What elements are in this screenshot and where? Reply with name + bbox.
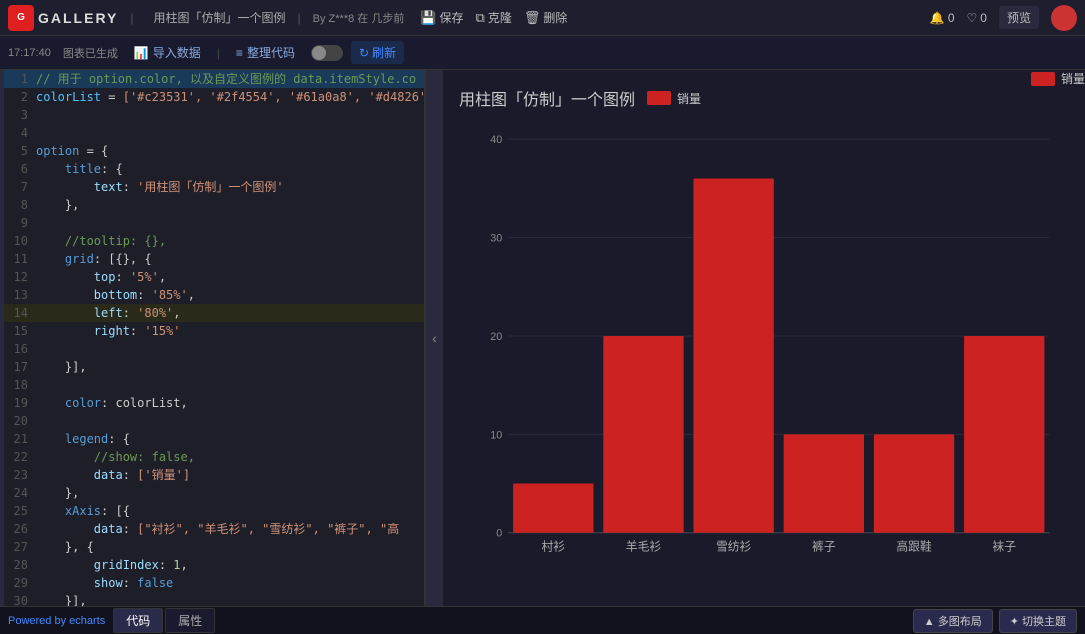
code-line: 16 <box>0 340 424 358</box>
switch-theme-button[interactable]: ✦ 切换主题 <box>999 609 1077 633</box>
code-line: 19 color: colorList, <box>0 394 424 412</box>
top-right-legend: 销量 <box>1031 70 1085 87</box>
logo: G GALLERY <box>8 5 118 31</box>
code-line: 27 }, { <box>0 538 424 556</box>
code-line: 11 grid: [{}, { <box>0 250 424 268</box>
chart-legend: 销量 <box>647 90 701 107</box>
svg-text:高跟鞋: 高跟鞋 <box>896 539 932 553</box>
code-line: 7 text: '用柱图「仿制」一个图例' <box>0 178 424 196</box>
code-line: 28 gridIndex: 1, <box>0 556 424 574</box>
code-line: 26 data: ["衬衫", "羊毛衫", "雪纺衫", "裤子", "高 <box>0 520 424 538</box>
code-line: 29 show: false <box>0 574 424 592</box>
subtitle: By Z***8 在 几步前 <box>313 10 405 26</box>
svg-text:0: 0 <box>496 528 502 540</box>
code-line: 22 //show: false, <box>0 448 424 466</box>
code-line: 10 //tooltip: {}, <box>0 232 424 250</box>
legend-label-2: 销量 <box>1061 70 1085 87</box>
code-line: 5option = { <box>0 142 424 160</box>
preview-button[interactable]: 预览 <box>999 6 1039 29</box>
code-lines: 1// 用于 option.color, 以及自定义图例的 data.itemS… <box>0 70 424 606</box>
code-line: 14 left: '80%', <box>0 304 424 322</box>
code-line: 1// 用于 option.color, 以及自定义图例的 data.itemS… <box>0 70 424 88</box>
code-line: 2colorList = ['#c23531', '#2f4554', '#61… <box>0 88 424 106</box>
clone-icon: ⧉ <box>476 10 485 26</box>
topbar-actions: 💾 保存 ⧉ 克隆 🗑 删除 <box>420 9 567 26</box>
svg-text:羊毛衫: 羊毛衫 <box>626 539 662 553</box>
delete-icon: 🗑 <box>524 10 541 26</box>
code-line: 20 <box>0 412 424 430</box>
tab-props[interactable]: 属性 <box>165 608 215 633</box>
clean-code-button[interactable]: ≡ 整理代码 <box>228 41 303 64</box>
code-line: 4 <box>0 124 424 142</box>
status-text: 图表已生成 <box>63 45 118 61</box>
svg-text:袜子: 袜子 <box>992 539 1016 553</box>
code-line: 25 xAxis: [{ <box>0 502 424 520</box>
code-line: 18 <box>0 376 424 394</box>
svg-text:裤子: 裤子 <box>812 539 836 553</box>
chart-svg: 0 10 20 30 40 村衫 羊毛衫 雪纺衫 裤子 高跟鞋 袜子 <box>459 118 1069 593</box>
toggle-knob <box>312 46 326 60</box>
powered-by: Powered by echarts <box>8 615 105 627</box>
svg-text:30: 30 <box>490 232 502 244</box>
clean-icon: ≡ <box>236 46 243 60</box>
save-button[interactable]: 💾 保存 <box>420 9 463 26</box>
heart-count[interactable]: 🔔 0 <box>930 11 955 25</box>
code-line: 30 }], <box>0 592 424 606</box>
code-line: 13 bottom: '85%', <box>0 286 424 304</box>
legend-color-box <box>647 91 671 105</box>
import-data-button[interactable]: 📊 导入数据 <box>126 41 209 64</box>
bottom-right-buttons: ▲ 多图布局 ✦ 切换主题 <box>913 609 1077 633</box>
refresh-button[interactable]: ↻ 刷新 <box>351 41 404 64</box>
delete-button[interactable]: 🗑 删除 <box>524 9 568 26</box>
code-line: 3 <box>0 106 424 124</box>
chart-icon: 📊 <box>134 46 149 60</box>
save-icon: 💾 <box>420 10 436 26</box>
code-line: 6 title: { <box>0 160 424 178</box>
heart-icon: 🔔 <box>930 11 945 25</box>
multi-layout-button[interactable]: ▲ 多图布局 <box>913 609 993 633</box>
collapse-arrow[interactable]: ‹ <box>425 70 443 606</box>
logo-icon: G <box>8 5 34 31</box>
main-area: 1// 用于 option.color, 以及自定义图例的 data.itemS… <box>0 70 1085 606</box>
timestamp: 17:17:40 <box>8 47 51 59</box>
svg-text:40: 40 <box>490 134 502 146</box>
code-panel[interactable]: 1// 用于 option.color, 以及自定义图例的 data.itemS… <box>0 70 425 606</box>
code-line: 17 }], <box>0 358 424 376</box>
toolbar2: 17:17:40 图表已生成 📊 导入数据 | ≡ 整理代码 ↻ 刷新 <box>0 36 1085 70</box>
topbar-right: 🔔 0 ♡ 0 预览 <box>930 5 1077 31</box>
top-bar: G GALLERY | 用柱图「仿制」一个图例 | By Z***8 在 几步前… <box>0 0 1085 36</box>
legend-color-box-2 <box>1031 72 1055 86</box>
chart-area: 0 10 20 30 40 村衫 羊毛衫 雪纺衫 裤子 高跟鞋 袜子 <box>459 118 1069 593</box>
tab-code[interactable]: 代码 <box>113 608 163 633</box>
code-line: 12 top: '5%', <box>0 268 424 286</box>
bottom-bar: Powered by echarts 代码 属性 ▲ 多图布局 ✦ 切换主题 <box>0 606 1085 634</box>
code-line: 8 }, <box>0 196 424 214</box>
svg-text:20: 20 <box>490 331 502 343</box>
svg-text:10: 10 <box>490 429 502 441</box>
chart-title: 用柱图「仿制」一个图例 <box>459 86 635 110</box>
code-line: 9 <box>0 214 424 232</box>
page-title: 用柱图「仿制」一个图例 <box>154 9 286 26</box>
like-icon: ♡ <box>967 11 978 25</box>
left-indicator <box>0 70 4 606</box>
code-line: 21 legend: { <box>0 430 424 448</box>
bottom-tabs: 代码 属性 <box>113 608 215 633</box>
clone-button[interactable]: ⧉ 克隆 <box>476 9 512 26</box>
chart-panel: 用柱图「仿制」一个图例 销量 销量 0 10 20 30 40 村衫 羊毛衫 雪纺衫 裤子 高跟鞋… <box>443 70 1085 606</box>
legend-label: 销量 <box>677 90 701 107</box>
avatar[interactable] <box>1051 5 1077 31</box>
toggle-switch[interactable] <box>311 45 343 61</box>
code-line: 23 data: ['销量'] <box>0 466 424 484</box>
logo-text: GALLERY <box>38 10 118 26</box>
code-line: 15 right: '15%' <box>0 322 424 340</box>
like-count[interactable]: ♡ 0 <box>967 11 987 25</box>
chart-title-area: 用柱图「仿制」一个图例 销量 销量 <box>459 86 1069 110</box>
svg-text:雪纺衫: 雪纺衫 <box>716 539 752 553</box>
svg-text:村衫: 村衫 <box>541 539 565 553</box>
refresh-icon: ↻ <box>359 46 369 60</box>
code-line: 24 }, <box>0 484 424 502</box>
